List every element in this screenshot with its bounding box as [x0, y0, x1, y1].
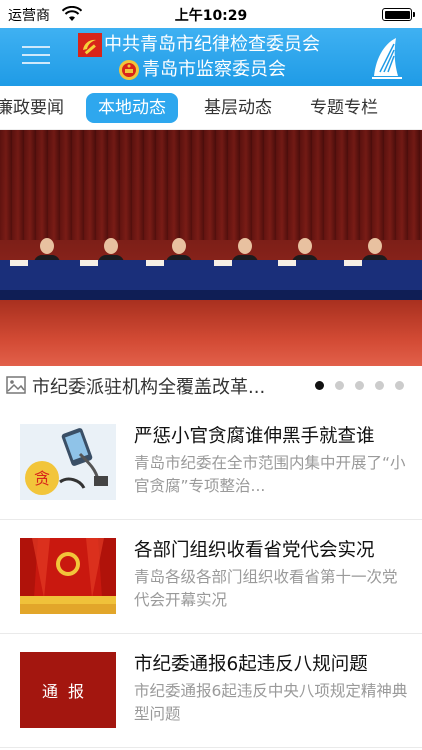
app-header: 中共青岛市纪律检查委员会 青岛市监察委员会: [0, 28, 422, 86]
battery-icon: [382, 8, 415, 21]
assembly-hall-icon: [20, 538, 116, 614]
banner-nameplate: [214, 260, 232, 266]
news-summary: 青岛各级各部门组织收看省第十一次党代会开幕实况: [134, 568, 398, 609]
carousel-dot[interactable]: [355, 381, 364, 390]
banner-curtain: [0, 130, 422, 240]
header-title-2: 青岛市监察委员会: [142, 59, 286, 80]
news-thumbnail: [20, 538, 116, 614]
carousel-dot[interactable]: [335, 381, 344, 390]
news-thumbnail: 通报: [20, 652, 116, 728]
carousel-dot[interactable]: [395, 381, 404, 390]
status-bar: 运营商 上午10:29: [0, 0, 422, 28]
thumb-label: 通报: [41, 682, 94, 701]
news-summary: 青岛市纪委在全市范围内集中开展了“小官贪腐”专项整治...: [134, 454, 406, 495]
banner-tablecloth: [0, 290, 422, 300]
clock: 上午10:29: [174, 8, 248, 24]
sail-logo-icon[interactable]: [370, 36, 404, 80]
news-summary: 市纪委通报6起违反中央八项规定精神典型问题: [134, 682, 408, 723]
carousel-dot[interactable]: [315, 381, 324, 390]
banner-nameplate: [80, 260, 98, 266]
header-titles: 中共青岛市纪律检查委员会 青岛市监察委员会: [78, 32, 348, 82]
menu-bar-icon: [22, 54, 50, 56]
banner-photo[interactable]: [0, 130, 422, 366]
news-thumbnail: 贪: [20, 424, 116, 500]
news-title[interactable]: 市纪委通报6起违反八规问题: [134, 650, 420, 676]
menu-bar-icon: [22, 46, 50, 48]
banner-nameplate: [344, 260, 362, 266]
corruption-cartoon-icon: 贪: [20, 424, 116, 500]
tab-integrity-news[interactable]: 廉政要闻: [0, 93, 70, 123]
news-item[interactable]: 贪 严惩小官贪腐谁伸黑手就查谁 青岛市纪委在全市范围内集中开展了“小官贪腐”专项…: [0, 406, 422, 520]
thumb-character: 贪: [34, 469, 50, 488]
national-emblem-icon: [119, 59, 139, 80]
news-title[interactable]: 严惩小官贪腐谁伸黑手就查谁: [134, 422, 420, 448]
banner-caption[interactable]: 市纪委派驻机构全覆盖改革...: [32, 373, 265, 399]
carousel-dot[interactable]: [375, 381, 384, 390]
tab-special-topics[interactable]: 专题专栏: [304, 93, 384, 123]
title-line-2: 青岛市监察委员会: [78, 57, 348, 82]
banner-stage: [0, 300, 422, 366]
news-list: 贪 严惩小官贪腐谁伸黑手就查谁 青岛市纪委在全市范围内集中开展了“小官贪腐”专项…: [0, 406, 422, 748]
party-emblem-icon: [78, 32, 102, 57]
tab-grassroots-news[interactable]: 基层动态: [198, 93, 278, 123]
carousel-dots: [315, 381, 404, 390]
news-item[interactable]: 通报 市纪委通报6起违反八规问题 市纪委通报6起违反中央八项规定精神典型问题: [0, 634, 422, 748]
banner-nameplate: [278, 260, 296, 266]
title-line-1: 中共青岛市纪律检查委员会: [78, 32, 348, 57]
tab-local-news[interactable]: 本地动态: [86, 93, 178, 123]
category-tabs: 廉政要闻 本地动态 基层动态 专题专栏: [0, 86, 422, 130]
news-title[interactable]: 各部门组织收看省党代会实况: [134, 536, 420, 562]
banner-nameplate: [10, 260, 28, 266]
banner-caption-bar: 市纪委派驻机构全覆盖改革...: [0, 366, 422, 406]
header-title-1: 中共青岛市纪律检查委员会: [104, 34, 320, 55]
news-item[interactable]: 各部门组织收看省党代会实况 青岛各级各部门组织收看省第十一次党代会开幕实况: [0, 520, 422, 634]
banner-nameplate: [146, 260, 164, 266]
menu-button[interactable]: [22, 46, 50, 68]
menu-bar-icon: [22, 62, 50, 64]
image-icon: [6, 376, 26, 394]
